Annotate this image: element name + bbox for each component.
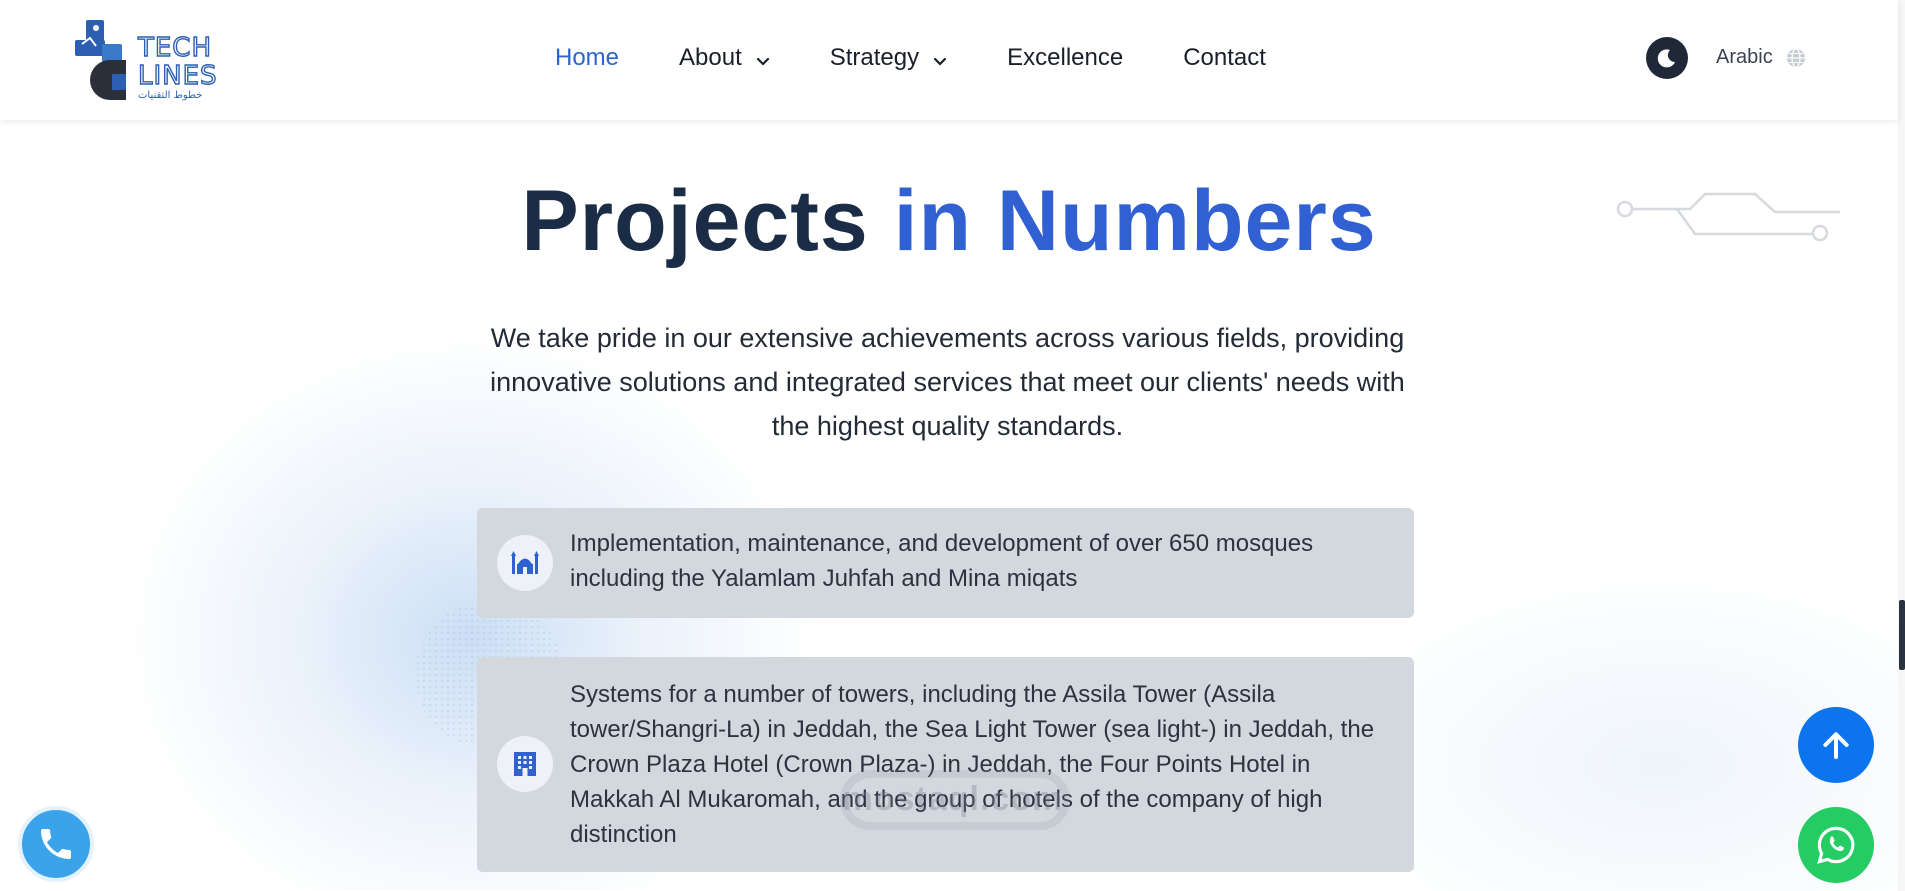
globe-icon: [1786, 47, 1805, 68]
building-icon: [497, 736, 553, 792]
language-switcher[interactable]: Arabic: [1716, 46, 1807, 69]
nav-excellence[interactable]: Excellence: [1007, 44, 1123, 72]
title-main: Projects: [521, 173, 894, 269]
language-label: Arabic: [1716, 46, 1773, 68]
nav-about-label: About: [679, 44, 742, 71]
mosque-icon: [497, 535, 553, 591]
tech-lines-logo[interactable]: TECH LINES خطوط التقنيات: [72, 14, 232, 104]
chevron-down-icon: [756, 57, 769, 66]
chevron-down-icon: [934, 57, 947, 66]
svg-text:LINES: LINES: [138, 61, 218, 91]
nav-home[interactable]: Home: [555, 44, 619, 72]
svg-text:خطوط التقنيات: خطوط التقنيات: [138, 90, 202, 101]
achievement-card: Implementation, maintenance, and develop…: [477, 508, 1414, 618]
watermark-text: mostaql.com: [842, 780, 1064, 818]
nav-strategy-label: Strategy: [829, 44, 920, 71]
scrollbar-thumb[interactable]: [1899, 600, 1905, 670]
card-text: Implementation, maintenance, and develop…: [570, 530, 1314, 592]
main-nav: Home About Strategy Excellence Contact: [555, 42, 1326, 74]
phone-icon: [41, 829, 71, 859]
nav-contact[interactable]: Contact: [1183, 44, 1266, 72]
nav-strategy[interactable]: Strategy: [830, 44, 947, 72]
nav-about[interactable]: About: [679, 44, 770, 72]
nav-home-label: Home: [555, 44, 620, 71]
nav-excellence-label: Excellence: [1007, 44, 1124, 71]
svg-text:TECH: TECH: [137, 33, 212, 63]
page-scrollbar[interactable]: [1898, 0, 1905, 891]
whatsapp-button[interactable]: [1798, 807, 1874, 883]
moon-icon: [1657, 49, 1675, 68]
title-accent: in Numbers: [893, 173, 1377, 269]
whatsapp-icon: [1817, 826, 1855, 864]
page-title: Projects in Numbers: [0, 172, 1898, 271]
intro-paragraph: We take pride in our extensive achieveme…: [490, 323, 1405, 441]
call-button[interactable]: [18, 806, 94, 882]
arrow-up-icon: [1823, 732, 1849, 759]
achievement-card: Systems for a number of towers, includin…: [477, 657, 1414, 872]
theme-toggle-button[interactable]: [1646, 37, 1688, 79]
scroll-to-top-button[interactable]: [1798, 707, 1874, 783]
site-header: TECH LINES خطوط التقنيات Home About Stra…: [0, 0, 1898, 120]
nav-contact-label: Contact: [1183, 44, 1266, 71]
